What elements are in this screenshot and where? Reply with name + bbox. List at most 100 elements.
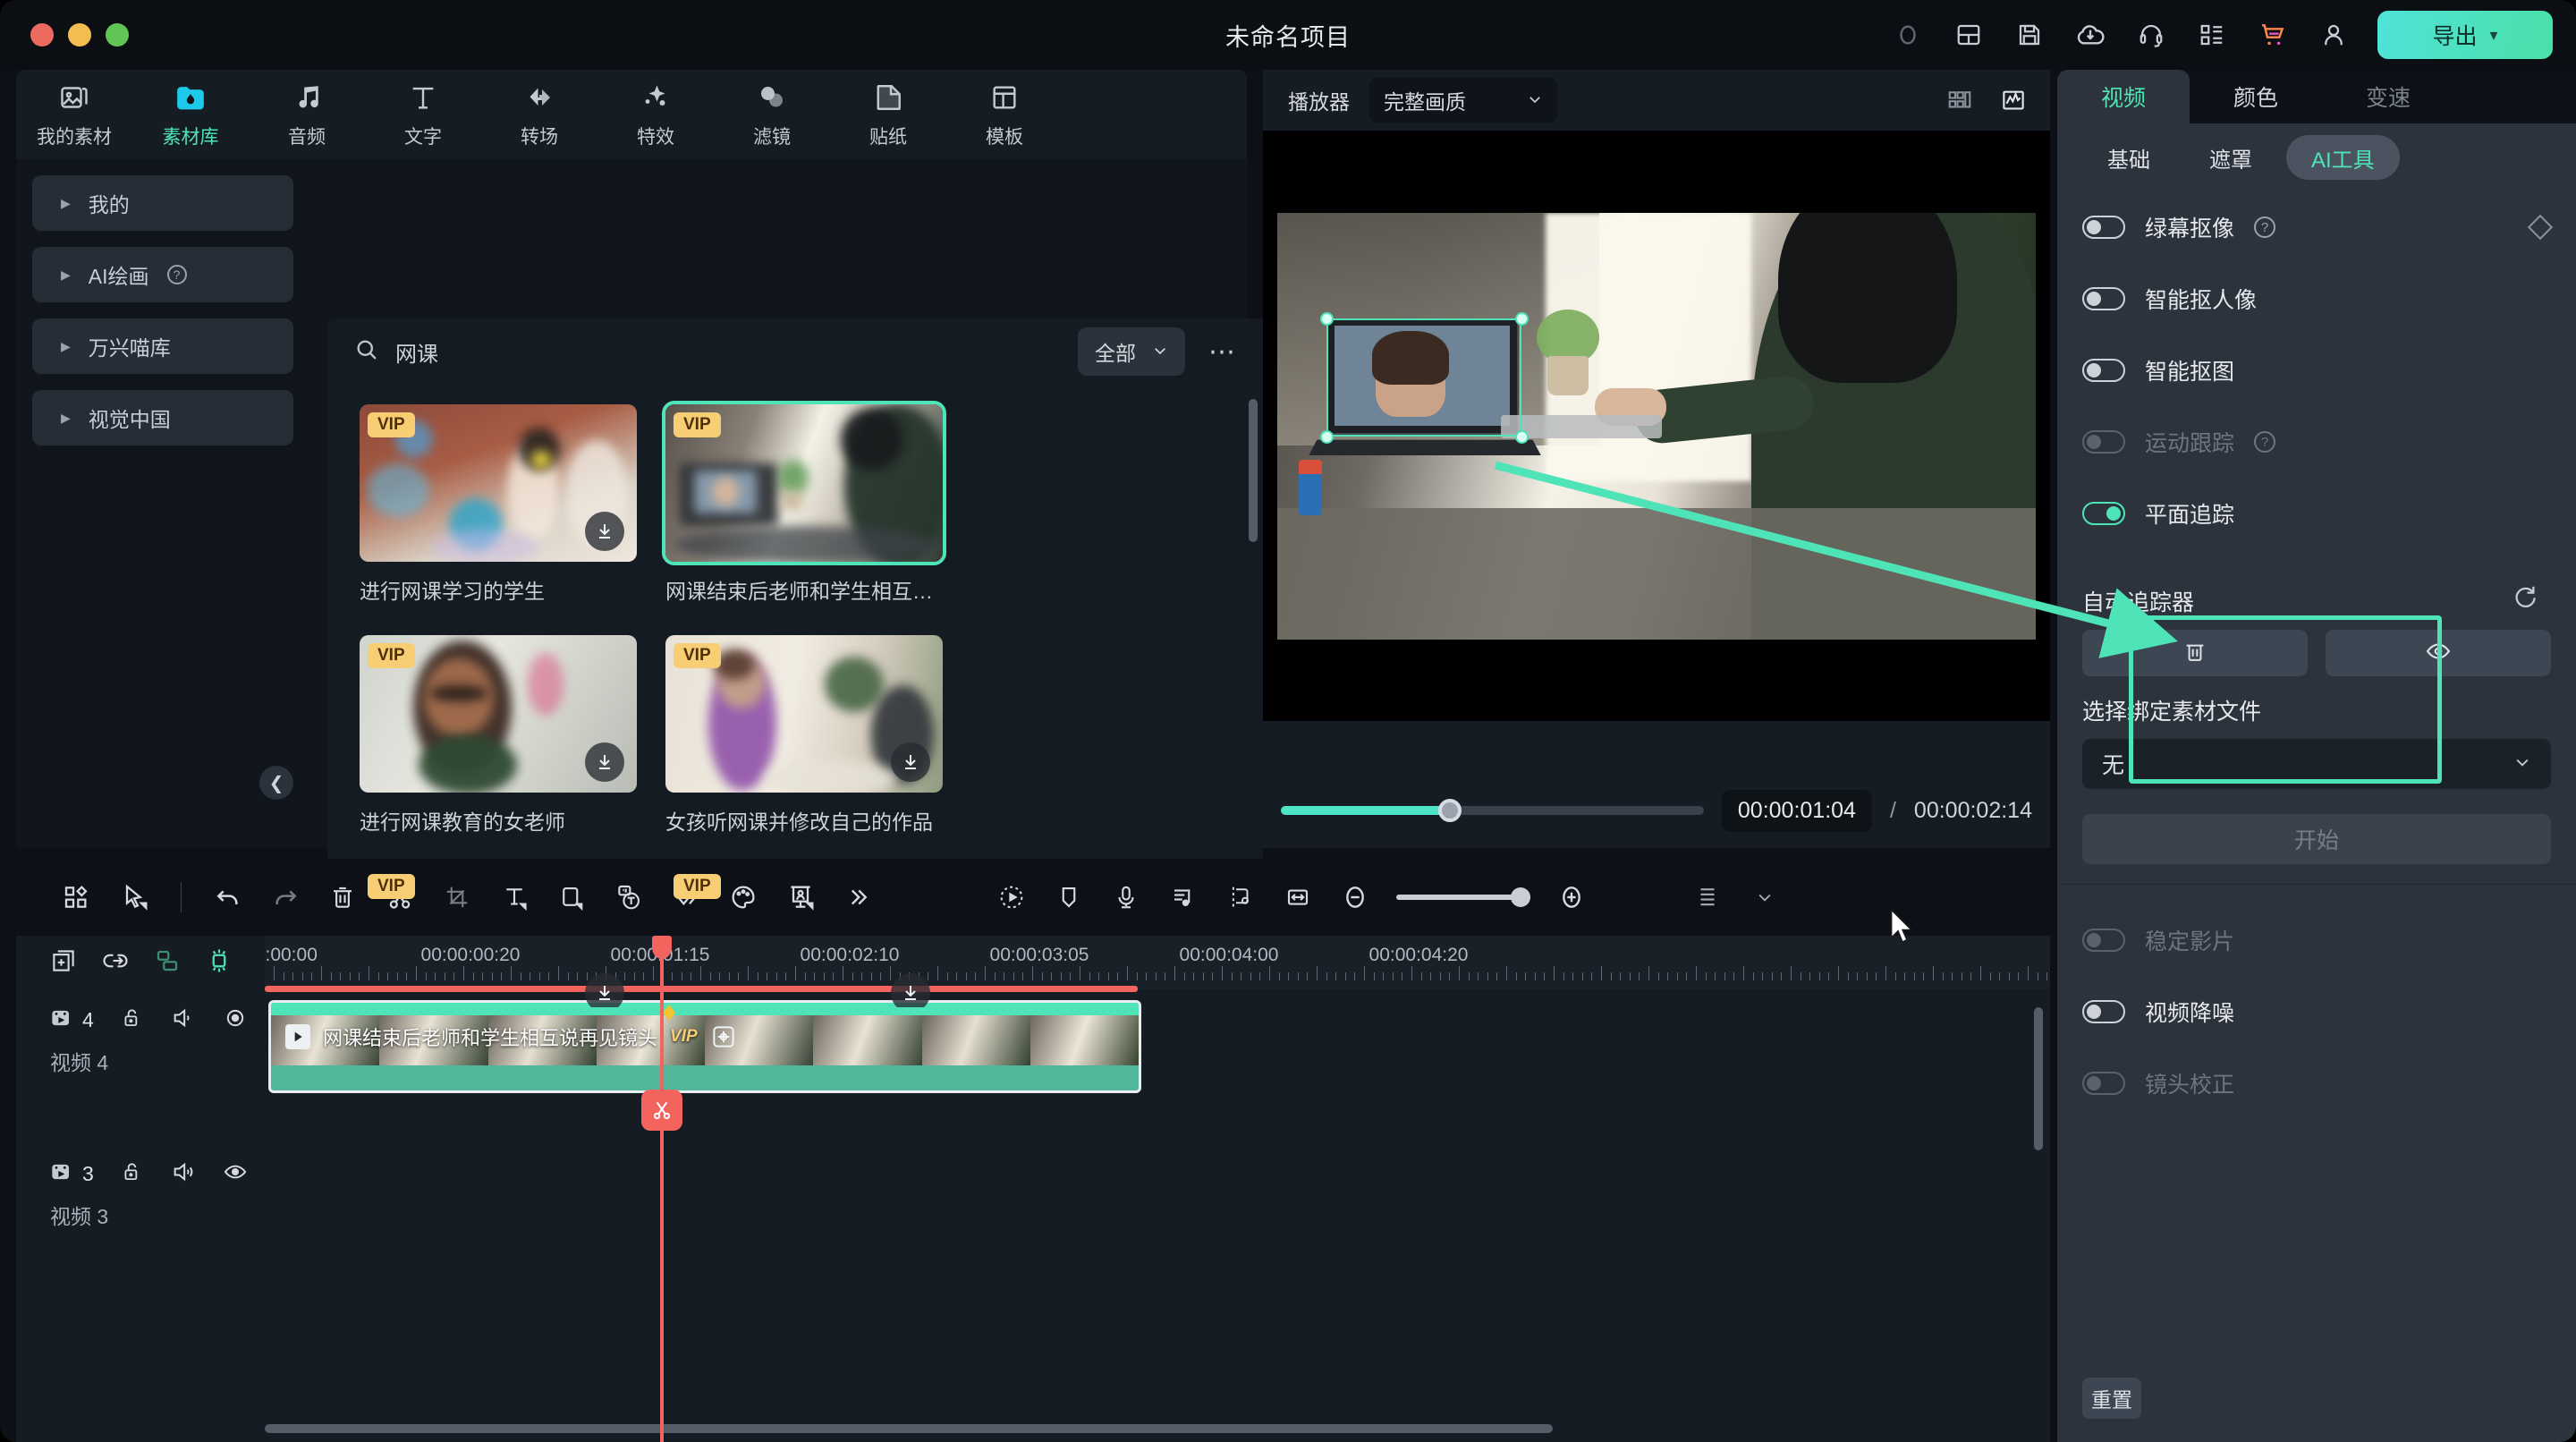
media-thumbnail[interactable]: VIP bbox=[360, 404, 637, 562]
link-icon[interactable] bbox=[102, 947, 129, 979]
zoom-slider[interactable] bbox=[1396, 887, 1530, 907]
category-item-vcg[interactable]: ▶ 视觉中国 bbox=[32, 390, 293, 445]
seek-slider[interactable] bbox=[1281, 799, 1704, 822]
tracker-delete-button[interactable] bbox=[2082, 630, 2308, 676]
download-icon[interactable] bbox=[585, 973, 624, 1007]
media-thumbnail[interactable]: VIP bbox=[360, 635, 637, 793]
add-track-icon[interactable] bbox=[50, 947, 77, 979]
seek-handle[interactable] bbox=[1438, 799, 1462, 822]
magnet-snap-icon[interactable] bbox=[206, 947, 233, 979]
motion-tracking-icon[interactable] bbox=[983, 870, 1040, 924]
unlock-icon[interactable] bbox=[121, 1160, 144, 1188]
timeline-hscrollbar[interactable] bbox=[265, 1424, 1553, 1433]
ai-cutout-toggle[interactable] bbox=[2082, 359, 2125, 382]
current-timecode[interactable]: 00:00:01:04 bbox=[1721, 789, 1872, 832]
browser-scrollbar[interactable] bbox=[1249, 399, 1258, 542]
timeline-clip[interactable]: 网课结束后老师和学生相互说再见镜头 VIP bbox=[268, 1000, 1141, 1093]
tab-video[interactable]: 视频 bbox=[2057, 70, 2190, 123]
download-icon[interactable] bbox=[585, 742, 624, 782]
nav-item-sticker[interactable]: 贴纸 bbox=[830, 81, 946, 149]
timeline-ruler[interactable]: 00:00:00 00:00:00:20 00:00:01:15 00:00:02:1… bbox=[265, 936, 2050, 989]
stabilize-toggle[interactable] bbox=[2082, 929, 2125, 952]
compare-grid-icon[interactable] bbox=[1943, 83, 1977, 117]
media-card[interactable]: VIP 进行网课学习的学生 bbox=[360, 404, 637, 605]
ai-portrait-toggle[interactable] bbox=[2082, 287, 2125, 310]
nav-item-audio[interactable]: 音频 bbox=[249, 81, 365, 149]
reset-button[interactable]: 重置 bbox=[2082, 1378, 2141, 1419]
category-item-mine[interactable]: ▶ 我的 bbox=[32, 175, 293, 231]
more-chevrons-icon[interactable] bbox=[829, 870, 886, 924]
crop-icon[interactable] bbox=[428, 870, 486, 924]
planar-tracking-toggle[interactable] bbox=[2082, 502, 2125, 525]
keyframe-diamond-icon[interactable] bbox=[2527, 214, 2554, 241]
green-screen-toggle[interactable] bbox=[2082, 216, 2125, 239]
split-at-playhead-button[interactable] bbox=[641, 1090, 682, 1131]
apps-grid-icon[interactable] bbox=[2195, 18, 2229, 52]
category-item-ai-painting[interactable]: ▶ AI绘画 ? bbox=[32, 247, 293, 302]
speech-to-text-icon[interactable] bbox=[600, 870, 657, 924]
nav-item-effects[interactable]: 特效 bbox=[597, 81, 714, 149]
tab-color[interactable]: 颜色 bbox=[2190, 70, 2322, 123]
timeline-vscrollbar[interactable] bbox=[2034, 1007, 2043, 1150]
tracker-preview-button[interactable] bbox=[2326, 630, 2551, 676]
motion-tracking-toggle[interactable] bbox=[2082, 430, 2125, 454]
group-snap-icon[interactable] bbox=[154, 947, 181, 979]
nav-item-template[interactable]: 模板 bbox=[946, 81, 1063, 149]
help-icon[interactable]: ? bbox=[2254, 216, 2276, 238]
auto-ripple-icon[interactable] bbox=[1212, 870, 1269, 924]
category-item-wondershare-lib[interactable]: ▶ 万兴喵库 bbox=[32, 318, 293, 374]
zoom-in-icon[interactable] bbox=[1543, 870, 1600, 924]
grid-diamond-icon[interactable] bbox=[48, 870, 106, 924]
mute-speaker-icon[interactable] bbox=[171, 1159, 196, 1189]
tab-speed[interactable]: 变速 bbox=[2322, 70, 2454, 123]
subtab-ai-tools[interactable]: AI工具 bbox=[2286, 135, 2400, 180]
voiceover-mic-icon[interactable] bbox=[1097, 870, 1155, 924]
tracker-handle-bl[interactable] bbox=[1320, 429, 1334, 444]
planar-tracking-selection[interactable] bbox=[1326, 318, 1521, 437]
filter-dropdown[interactable]: 全部 bbox=[1078, 327, 1185, 376]
tracker-handle-tl[interactable] bbox=[1320, 311, 1334, 326]
media-card[interactable]: VIP 进行网课教育的女老师 bbox=[360, 635, 637, 836]
nav-item-filter[interactable]: 滤镜 bbox=[714, 81, 830, 149]
scope-waveform-icon[interactable] bbox=[1996, 83, 2030, 117]
green-screen-icon[interactable] bbox=[772, 870, 829, 924]
nav-item-my-media[interactable]: 我的素材 bbox=[16, 81, 132, 149]
mask-shape-icon[interactable] bbox=[543, 870, 600, 924]
eye-visible-icon[interactable] bbox=[223, 1005, 248, 1035]
subtab-basic[interactable]: 基础 bbox=[2082, 135, 2175, 180]
nav-item-transition[interactable]: 转场 bbox=[481, 81, 597, 149]
media-card[interactable]: VIP 女孩听网课并修改自己的作品 bbox=[665, 635, 943, 836]
delete-trash-icon[interactable] bbox=[314, 870, 371, 924]
audio-mixer-icon[interactable] bbox=[1155, 870, 1212, 924]
denoise-toggle[interactable] bbox=[2082, 1000, 2125, 1023]
export-button[interactable]: 导出 ▾ bbox=[2377, 11, 2553, 59]
redo-icon[interactable] bbox=[257, 870, 314, 924]
cart-icon[interactable] bbox=[2256, 18, 2290, 52]
planar-tracker-icon[interactable] bbox=[710, 1023, 737, 1050]
media-card-selected[interactable]: VIP 网课结束后老师和学生相互… bbox=[662, 401, 946, 605]
undo-icon[interactable] bbox=[199, 870, 257, 924]
download-icon[interactable] bbox=[891, 973, 930, 1007]
eye-visible-icon[interactable] bbox=[223, 1159, 248, 1189]
color-palette-icon[interactable] bbox=[715, 870, 772, 924]
tracker-handle-tr[interactable] bbox=[1515, 311, 1529, 326]
bind-media-dropdown[interactable]: 无 bbox=[2082, 739, 2551, 789]
more-dots-icon[interactable]: ⋯ bbox=[1201, 336, 1245, 368]
zoom-out-icon[interactable] bbox=[1326, 870, 1384, 924]
media-thumbnail[interactable]: VIP bbox=[662, 401, 946, 565]
account-icon[interactable] bbox=[2317, 18, 2351, 52]
reset-circular-arrow-icon[interactable] bbox=[2512, 583, 2538, 610]
marker-icon[interactable] bbox=[1040, 870, 1097, 924]
quality-dropdown[interactable]: 完整画质 bbox=[1369, 78, 1557, 123]
search-input[interactable]: 网课 bbox=[354, 336, 1062, 368]
circle-record-icon[interactable] bbox=[1891, 18, 1925, 52]
media-thumbnail[interactable]: VIP bbox=[665, 635, 943, 793]
fit-timeline-icon[interactable] bbox=[1269, 870, 1326, 924]
unlock-icon[interactable] bbox=[121, 1006, 144, 1034]
download-icon[interactable] bbox=[585, 512, 624, 551]
layout-icon[interactable] bbox=[1952, 18, 1986, 52]
nav-item-text[interactable]: 文字 bbox=[365, 81, 481, 149]
nav-item-stock-library[interactable]: 素材库 bbox=[132, 81, 249, 149]
track-view-icon[interactable] bbox=[1679, 870, 1736, 924]
zoom-slider-handle[interactable] bbox=[1511, 887, 1530, 907]
